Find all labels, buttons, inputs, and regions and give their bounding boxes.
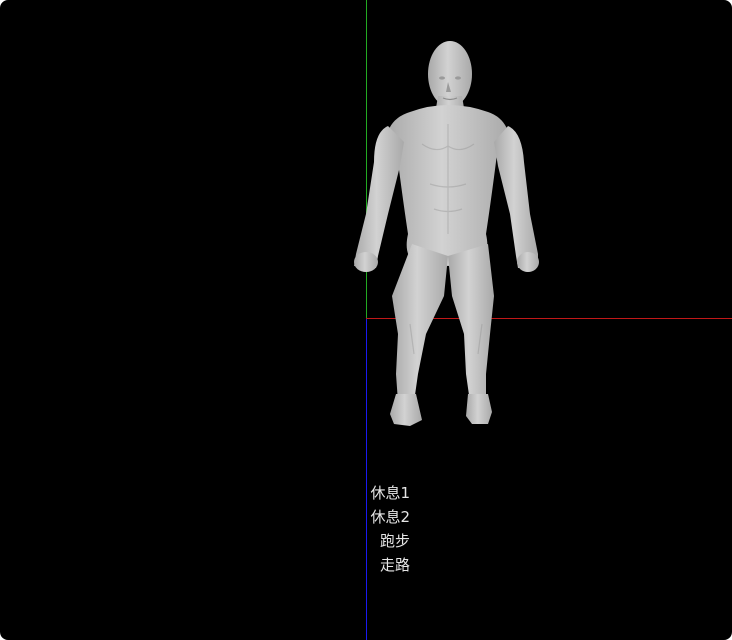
anim-option-rest2[interactable]: 休息2 bbox=[370, 505, 410, 529]
human-model[interactable] bbox=[348, 34, 544, 430]
animation-menu: 休息1 休息2 跑步 走路 bbox=[366, 481, 410, 577]
anim-option-run[interactable]: 跑步 bbox=[380, 529, 410, 553]
anim-option-rest1[interactable]: 休息1 bbox=[370, 481, 410, 505]
3d-viewport[interactable]: 休息1 休息2 跑步 走路 bbox=[0, 0, 732, 640]
anim-option-walk[interactable]: 走路 bbox=[380, 553, 410, 577]
